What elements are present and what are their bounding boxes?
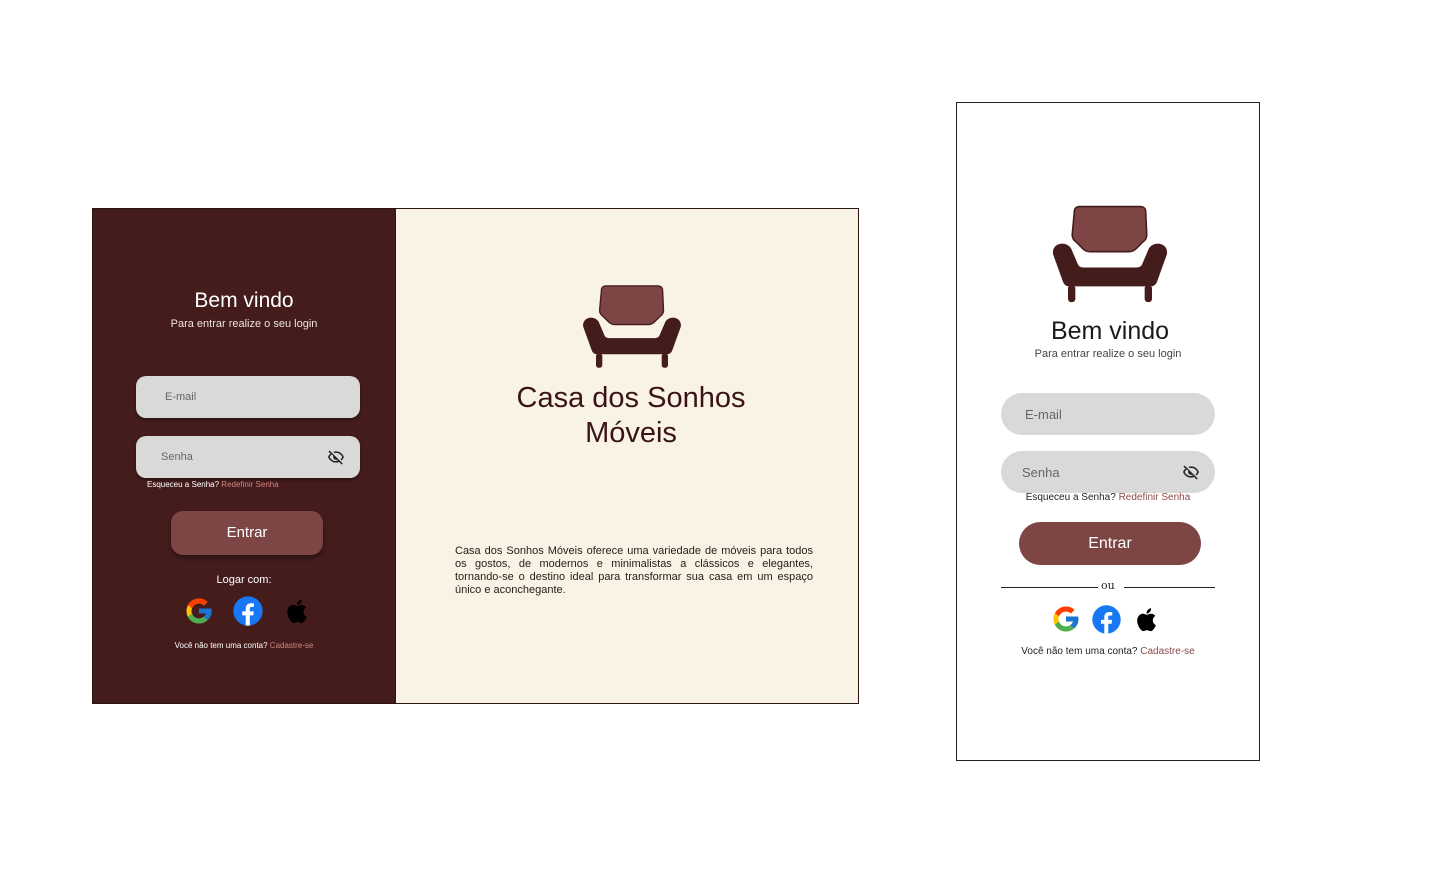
login-with-label: Logar com: [216, 574, 272, 586]
no-account-label: Você não tem uma conta? [174, 641, 268, 650]
email-input[interactable] [163, 390, 360, 404]
brand-name-line1: Casa dos Sonhos [516, 382, 746, 414]
google-icon [186, 598, 212, 624]
welcome-subtitle: Para entrar realize o seu login [170, 318, 318, 330]
signup-prompt: Você não tem uma conta? Cadastre-se [957, 646, 1259, 657]
mobile-login-mockup: Bem vindo Para entrar realize o seu logi… [956, 102, 1260, 761]
google-login-button[interactable] [1050, 603, 1082, 635]
password-input[interactable] [159, 450, 326, 464]
or-divider: ou [1001, 579, 1215, 595]
divider-line [1001, 587, 1098, 588]
armchair-icon [1052, 205, 1168, 303]
facebook-login-button[interactable] [1090, 603, 1122, 635]
login-sidebar: Bem vindo Para entrar realize o seu logi… [93, 209, 396, 703]
welcome-title: Bem vindo [194, 289, 294, 312]
brand-description: Casa dos Sonhos Móveis oferece uma varie… [455, 545, 813, 596]
armchair-icon [583, 285, 681, 368]
password-field[interactable] [136, 436, 360, 478]
login-button[interactable]: Entrar [1019, 522, 1201, 565]
email-field[interactable] [136, 376, 360, 418]
apple-login-button[interactable] [1130, 603, 1162, 635]
apple-icon [1136, 607, 1156, 631]
facebook-icon [233, 596, 263, 626]
reset-password-link[interactable]: Redefinir Senha [1119, 492, 1191, 503]
forgot-password-text: Esqueceu a Senha? Redefinir Senha [147, 480, 279, 489]
signup-prompt: Você não tem uma conta? Cadastre-se [93, 641, 395, 650]
eye-off-icon[interactable] [1181, 463, 1201, 481]
password-field[interactable] [1001, 451, 1215, 493]
password-input[interactable] [1020, 463, 1181, 481]
signup-link[interactable]: Cadastre-se [1140, 646, 1194, 657]
facebook-login-button[interactable] [232, 595, 264, 627]
forgot-password-text: Esqueceu a Senha? Redefinir Senha [957, 492, 1259, 503]
or-label: ou [1101, 579, 1115, 592]
forgot-label: Esqueceu a Senha? [147, 480, 220, 489]
desktop-login-mockup: Bem vindo Para entrar realize o seu logi… [92, 208, 859, 704]
welcome-title: Bem vindo [1050, 317, 1170, 345]
email-input[interactable] [1023, 405, 1215, 423]
forgot-label: Esqueceu a Senha? [1025, 492, 1116, 503]
brand-name-line2: Móveis [585, 417, 677, 449]
google-icon [1053, 606, 1079, 632]
no-account-label: Você não tem uma conta? [1021, 646, 1138, 657]
divider-line [1124, 587, 1215, 588]
email-field[interactable] [1001, 393, 1215, 435]
facebook-icon [1091, 604, 1121, 634]
google-login-button[interactable] [183, 595, 215, 627]
brand-name: Casa dos Sonhos Móveis [396, 381, 866, 451]
welcome-subtitle: Para entrar realize o seu login [1034, 348, 1182, 360]
social-login-group [1050, 603, 1162, 635]
login-button[interactable]: Entrar [171, 511, 323, 555]
brand-panel: Casa dos Sonhos Móveis Casa dos Sonhos M… [396, 209, 858, 703]
apple-icon [287, 599, 307, 624]
apple-login-button[interactable] [281, 595, 313, 627]
eye-off-icon[interactable] [326, 448, 346, 466]
social-login-group [183, 595, 313, 627]
signup-link[interactable]: Cadastre-se [270, 641, 314, 650]
reset-password-link[interactable]: Redefinir Senha [221, 480, 278, 489]
